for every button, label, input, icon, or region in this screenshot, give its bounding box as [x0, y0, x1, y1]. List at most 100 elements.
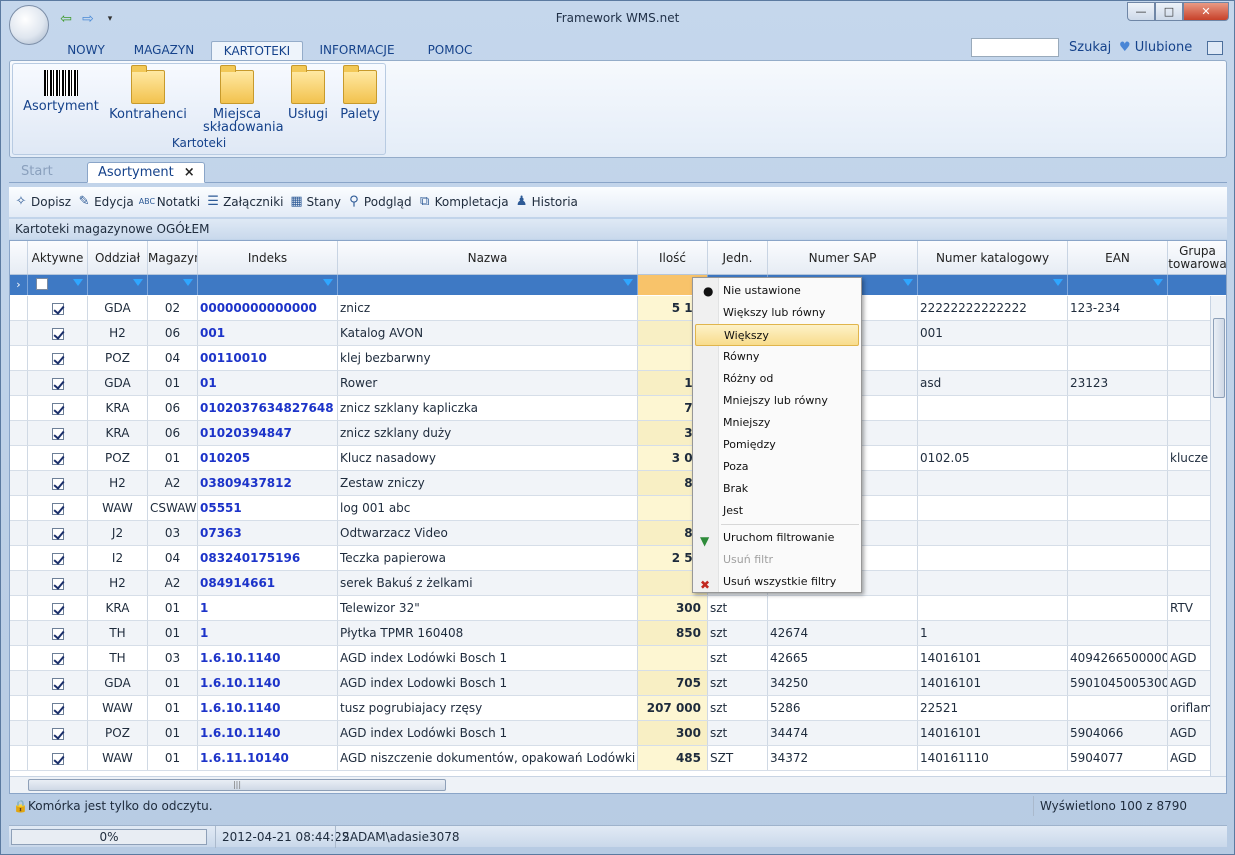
filter-funnel-icon[interactable] — [1153, 279, 1163, 286]
notatki-button[interactable]: ABC Notatki — [139, 194, 200, 210]
cell-nazwa[interactable]: log 001 abc — [338, 496, 638, 520]
cell-ean[interactable] — [1068, 496, 1168, 520]
cell-jedn[interactable]: szt — [708, 721, 768, 745]
cell-ean[interactable]: 5904066 — [1068, 721, 1168, 745]
cell-katalog[interactable] — [918, 471, 1068, 495]
ribbon-minimize-icon[interactable] — [1207, 41, 1223, 55]
cell-ilosc[interactable]: 300 — [638, 596, 708, 620]
filter-funnel-icon[interactable] — [623, 279, 633, 286]
cell-indeks[interactable]: 00000000000000 — [198, 296, 338, 320]
cell-nazwa[interactable]: serek Bakuś z żelkami — [338, 571, 638, 595]
cell-ilosc[interactable] — [638, 646, 708, 670]
cell-nazwa[interactable]: klej bezbarwny — [338, 346, 638, 370]
active-checkbox[interactable] — [51, 352, 64, 365]
cell-nazwa[interactable]: AGD niszczenie dokumentów, opakowań Lodó… — [338, 746, 638, 770]
cell-sap[interactable]: 34372 — [768, 746, 918, 770]
tab-asortyment[interactable]: Asortyment × — [87, 162, 205, 183]
filter-indeks[interactable] — [198, 275, 338, 295]
cell-ean[interactable] — [1068, 446, 1168, 470]
cell-katalog[interactable]: 14016101 — [918, 671, 1068, 695]
filter-funnel-icon[interactable] — [323, 279, 333, 286]
cell-ean[interactable] — [1068, 596, 1168, 620]
menu-item-mniejszy[interactable]: Mniejszy — [695, 412, 859, 434]
cell-nazwa[interactable]: Klucz nasadowy — [338, 446, 638, 470]
cell-indeks[interactable]: 1.6.10.1140 — [198, 721, 338, 745]
active-checkbox[interactable] — [51, 502, 64, 515]
cell-ean[interactable]: 4094266500000 — [1068, 646, 1168, 670]
cell-oddzial[interactable]: WAW — [88, 746, 148, 770]
cell-indeks[interactable]: 010205 — [198, 446, 338, 470]
cell-magazyn[interactable]: 03 — [148, 646, 198, 670]
active-checkbox[interactable] — [51, 602, 64, 615]
cell-sap[interactable]: 42665 — [768, 646, 918, 670]
cell-katalog[interactable]: 22521 — [918, 696, 1068, 720]
search-input[interactable] — [971, 38, 1059, 57]
active-checkbox[interactable] — [51, 652, 64, 665]
kontrahenci-button[interactable]: Kontrahenci — [107, 65, 189, 121]
cell-magazyn[interactable]: 01 — [148, 371, 198, 395]
cell-magazyn[interactable]: 02 — [148, 296, 198, 320]
active-checkbox[interactable] — [51, 577, 64, 590]
menu-item-pomiedzy[interactable]: Pomiędzy — [695, 434, 859, 456]
menu-item-rozny-od[interactable]: Różny od — [695, 368, 859, 390]
cell-ilosc[interactable]: 300 — [638, 721, 708, 745]
header-jedn[interactable]: Jedn. — [708, 241, 768, 274]
cell-magazyn[interactable]: 03 — [148, 521, 198, 545]
filter-nazwa[interactable] — [338, 275, 638, 295]
cell-ean[interactable]: 123-234 — [1068, 296, 1168, 320]
table-row[interactable]: KRA 01 1 Telewizor 32" 300 szt RTV — [10, 596, 1226, 621]
cell-akt[interactable] — [28, 671, 88, 695]
cell-oddzial[interactable]: WAW — [88, 496, 148, 520]
cell-jedn[interactable]: szt — [708, 596, 768, 620]
cell-ean[interactable] — [1068, 521, 1168, 545]
cell-magazyn[interactable]: 01 — [148, 746, 198, 770]
table-row[interactable]: POZ 04 00110010 klej bezbarwny — [10, 346, 1226, 371]
menu-item-mniejszy-lub-rowny[interactable]: Mniejszy lub równy — [695, 390, 859, 412]
active-checkbox[interactable] — [51, 302, 64, 315]
filter-numer-katalogowy[interactable] — [918, 275, 1068, 295]
close-button[interactable]: ✕ — [1183, 2, 1229, 21]
uslugi-button[interactable]: Usługi — [283, 65, 333, 121]
active-checkbox[interactable] — [51, 702, 64, 715]
header-grupa-towarowa[interactable]: Grupa towarowa — [1168, 241, 1226, 274]
active-checkbox[interactable] — [51, 452, 64, 465]
cell-magazyn[interactable]: 06 — [148, 421, 198, 445]
cell-akt[interactable] — [28, 371, 88, 395]
cell-katalog[interactable]: 22222222222222 — [918, 296, 1068, 320]
filter-checkbox[interactable] — [36, 278, 48, 290]
active-checkbox[interactable] — [51, 402, 64, 415]
cell-indeks[interactable]: 05551 — [198, 496, 338, 520]
cell-oddzial[interactable]: TH — [88, 621, 148, 645]
cell-oddzial[interactable]: POZ — [88, 446, 148, 470]
active-checkbox[interactable] — [51, 427, 64, 440]
cell-katalog[interactable] — [918, 571, 1068, 595]
cell-akt[interactable] — [28, 321, 88, 345]
cell-katalog[interactable] — [918, 421, 1068, 445]
cell-ean[interactable] — [1068, 471, 1168, 495]
horizontal-scrollbar[interactable]: ||| — [10, 776, 1226, 793]
cell-akt[interactable] — [28, 696, 88, 720]
horizontal-scroll-thumb[interactable]: ||| — [28, 779, 446, 791]
table-row[interactable]: J20307363Odtwarzacz Video85 — [10, 521, 1226, 546]
cell-ilosc[interactable]: 850 — [638, 621, 708, 645]
cell-ean[interactable] — [1068, 571, 1168, 595]
cell-nazwa[interactable]: znicz szklany duży — [338, 421, 638, 445]
active-checkbox[interactable] — [51, 677, 64, 690]
cell-ean[interactable] — [1068, 696, 1168, 720]
table-row[interactable]: H2A203809437812Zestaw zniczy85 — [10, 471, 1226, 496]
cell-oddzial[interactable]: H2 — [88, 321, 148, 345]
cell-jedn[interactable]: szt — [708, 671, 768, 695]
cell-indeks[interactable]: 01020394847 — [198, 421, 338, 445]
vertical-scroll-thumb[interactable] — [1213, 318, 1225, 398]
cell-oddzial[interactable]: GDA — [88, 671, 148, 695]
menu-item-poza[interactable]: Poza — [695, 456, 859, 478]
cell-ilosc[interactable]: 485 — [638, 746, 708, 770]
cell-katalog[interactable] — [918, 521, 1068, 545]
cell-indeks[interactable]: 1 — [198, 621, 338, 645]
table-row[interactable]: GDA0101Rower10asd23123 — [10, 371, 1226, 396]
cell-katalog[interactable]: asd — [918, 371, 1068, 395]
tab-pomoc[interactable]: POMOC — [411, 41, 489, 61]
cell-magazyn[interactable]: A2 — [148, 571, 198, 595]
cell-oddzial[interactable]: H2 — [88, 571, 148, 595]
cell-nazwa[interactable]: AGD index Lodowki Bosch 1 — [338, 671, 638, 695]
